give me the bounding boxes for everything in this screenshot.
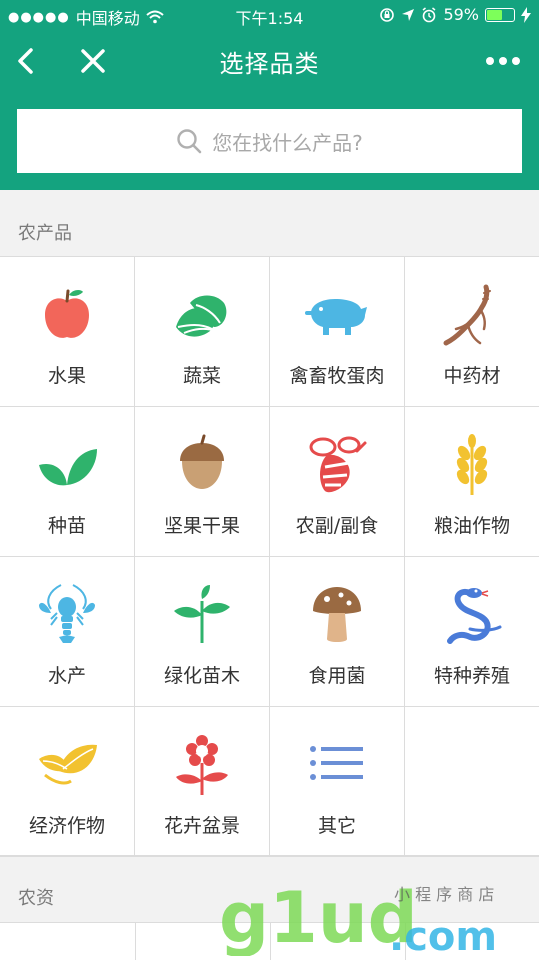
search-icon: [177, 129, 202, 154]
sapling-icon: [174, 585, 230, 643]
battery-icon: [485, 7, 515, 22]
tea-leaf-icon: [39, 744, 97, 785]
category-label: 种苗: [47, 515, 86, 537]
lobster-icon: [39, 584, 95, 643]
section-label-agri-supplies: 农资: [18, 888, 54, 909]
category-flowers-bonsai[interactable]: 花卉盆景: [135, 707, 270, 857]
location-icon: [402, 8, 415, 21]
grid-divider: [135, 923, 136, 960]
category-special-breeding[interactable]: 特种养殖: [405, 557, 539, 707]
category-seedling[interactable]: 种苗: [0, 407, 135, 557]
search-area: 您在找什么产品?: [0, 92, 539, 190]
pig-icon: [305, 299, 367, 335]
category-label: 特种养殖: [433, 665, 510, 687]
more-horizontal-icon: [486, 57, 520, 65]
category-grain-oil[interactable]: 粮油作物: [405, 407, 539, 557]
category-nuts[interactable]: 坚果干果: [135, 407, 270, 557]
page-title: 选择品类: [219, 50, 320, 78]
category-fruit[interactable]: 水果: [0, 257, 135, 407]
category-label: 农副/副食: [295, 515, 379, 537]
category-byproducts[interactable]: 农副/副食: [270, 407, 405, 557]
category-greenery-nursery[interactable]: 绿化苗木: [135, 557, 270, 707]
category-label: 花卉盆景: [163, 815, 240, 837]
section-label-agri-products: 农产品: [18, 223, 72, 244]
category-label: 水产: [47, 665, 86, 687]
category-label: 水果: [47, 365, 86, 387]
category-label: 坚果干果: [163, 515, 240, 537]
vegetable-icon: [176, 295, 227, 337]
flower-icon: [176, 735, 228, 795]
watermark-logo: g1ud .com 小 程 序 商 店: [219, 877, 497, 956]
category-livestock[interactable]: 禽畜牧蛋肉: [270, 257, 405, 407]
status-right: 59%: [379, 5, 531, 24]
lock-rotation-icon: [380, 7, 395, 22]
category-edible-fungi[interactable]: 食用菌: [270, 557, 405, 707]
wheat-icon: [456, 434, 488, 495]
svg-text:小 程 序 商 店: 小 程 序 商 店: [394, 885, 494, 904]
nav-bar: 选择品类: [0, 30, 539, 92]
charging-icon: [521, 6, 531, 23]
list-icon: [310, 746, 363, 780]
seedling-icon: [39, 449, 97, 486]
category-label: 绿化苗木: [163, 665, 240, 687]
snake-icon: [447, 588, 502, 644]
category-other[interactable]: 其它: [270, 707, 405, 857]
search-placeholder: 您在找什么产品?: [212, 130, 363, 155]
category-label: 经济作物: [28, 815, 105, 837]
battery-level: [487, 9, 503, 20]
alarm-icon: [422, 6, 436, 22]
empty-cell: [405, 707, 539, 857]
battery-percent: 59%: [443, 5, 479, 24]
category-vegetable[interactable]: 蔬菜: [135, 257, 270, 407]
category-grid: 水果 蔬菜 禽畜牧蛋肉 中药材 种苗 坚果干果 农副/副食 粮油作物 水产 绿化…: [0, 256, 539, 857]
category-cash-crops[interactable]: 经济作物: [0, 707, 135, 857]
category-label: 其它: [317, 815, 356, 837]
category-label: 中药材: [443, 365, 501, 387]
category-label: 禽畜牧蛋肉: [289, 365, 385, 387]
svg-text:.com: .com: [389, 914, 497, 956]
status-bar: ●●●●● 中国移动 下午1:54 59%: [0, 0, 539, 30]
category-herbal-medicine[interactable]: 中药材: [405, 257, 539, 407]
category-label: 粮油作物: [433, 515, 510, 537]
acorn-icon: [180, 434, 224, 489]
ginseng-icon: [443, 284, 491, 346]
category-aquatic[interactable]: 水产: [0, 557, 135, 707]
category-label: 蔬菜: [182, 365, 221, 387]
mushroom-icon: [313, 587, 361, 642]
search-input[interactable]: 您在找什么产品?: [17, 109, 522, 173]
more-button[interactable]: [483, 44, 523, 78]
apple-icon: [45, 289, 89, 338]
category-label: 食用菌: [308, 665, 366, 687]
bee-icon: [309, 436, 367, 493]
svg-text:g1ud: g1ud: [219, 877, 418, 956]
